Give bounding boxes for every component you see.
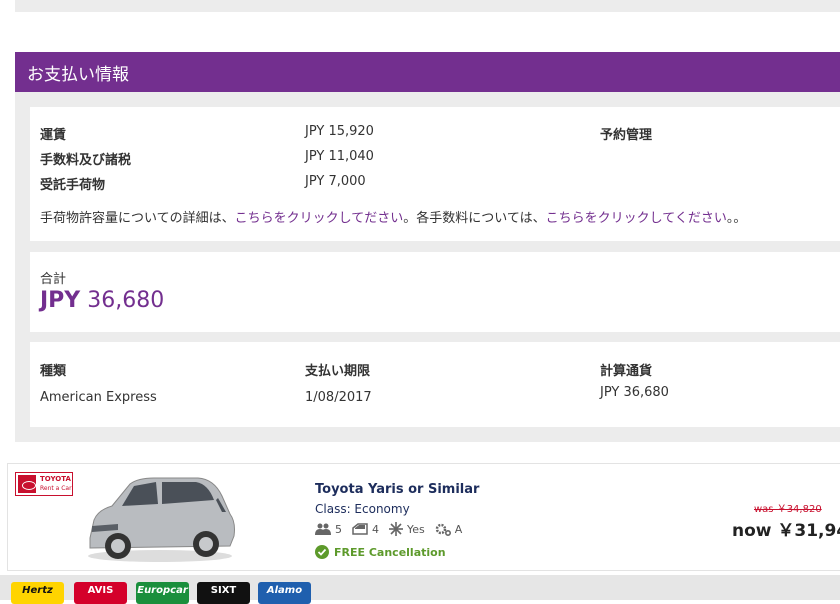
toyota-rent-a-car-logo: TOYOTA Rent a Car (15, 472, 73, 496)
previous-section-bottom (15, 0, 840, 12)
note-suffix: 。。 (726, 211, 747, 226)
free-cancel-text: FREE Cancellation (334, 545, 446, 559)
manage-booking-link[interactable]: 予約管理 (600, 124, 652, 143)
fees-link[interactable]: こちらをクリックしてください (546, 211, 727, 226)
currency-value: JPY 36,680 (600, 385, 669, 400)
baggage-allowance-link[interactable]: こちらをクリックしてださい (235, 211, 404, 226)
vendor-sixt-logo[interactable]: SIXT (197, 582, 250, 604)
type-value: American Express (40, 390, 157, 405)
total-currency: JPY (40, 288, 81, 313)
ac-value: Yes (407, 522, 425, 536)
fare-value: JPY 15,920 (305, 124, 374, 139)
total-card: 合計 JPY 36,680 (30, 252, 840, 332)
transmission-value: A (454, 522, 463, 536)
fare-breakdown-card: 運賃 JPY 15,920 予約管理 手数料及び諸税 JPY 11,040 受託… (30, 107, 840, 241)
top-strip (0, 0, 840, 30)
fare-label: 運賃 (40, 128, 67, 143)
seats-value: 5 (335, 522, 342, 536)
currency-label: 計算通貨 (600, 364, 653, 379)
vendor-alamo-logo[interactable]: Alamo (258, 582, 311, 604)
transmission-gear-icon (435, 523, 451, 536)
car-features: 5 4 Yes A (315, 522, 462, 536)
brand-line1: TOYOTA (40, 475, 71, 483)
total-label: 合計 (40, 272, 67, 287)
baggage-label: 受託手荷物 (40, 178, 106, 193)
deadline-label: 支払い期限 (305, 364, 371, 379)
vendor-hertz-logo[interactable]: Hertz (11, 582, 64, 604)
baggage-value: JPY 7,000 (305, 174, 366, 189)
total-value: JPY 36,680 (40, 288, 164, 313)
toyota-emblem-icon (18, 475, 36, 493)
brand-line2: Rent a Car (40, 485, 72, 492)
check-circle-icon (315, 545, 329, 559)
rental-vendors-bar: Hertz AVIS Europcar SIXT Alamo (0, 575, 840, 604)
passengers-icon (315, 523, 331, 535)
now-price: now ￥31,947 (732, 521, 840, 541)
fee-label: 手数料及び諸税 (40, 153, 132, 168)
car-rental-offer[interactable]: TOYOTA Rent a Car Toyota Yaris or Simila… (7, 463, 840, 571)
vendor-europcar-logo[interactable]: Europcar (136, 582, 189, 604)
air-conditioning-icon (389, 522, 403, 536)
total-amount: 36,680 (87, 288, 165, 313)
vendor-avis-logo[interactable]: AVIS (74, 582, 127, 604)
car-class: Class: Economy (315, 502, 410, 516)
car-title[interactable]: Toyota Yaris or Similar (315, 482, 479, 497)
car-image (88, 477, 235, 562)
deadline-value: 1/08/2017 (305, 390, 372, 405)
payment-header: お支払い情報 (15, 52, 840, 92)
doors-value: 4 (372, 522, 379, 536)
was-price: was ￥34,820 (754, 504, 822, 515)
doors-icon (352, 523, 368, 535)
note-prefix: 手荷物許容量についての詳細は、 (40, 211, 235, 226)
type-label: 種類 (40, 364, 67, 379)
free-cancellation: FREE Cancellation (315, 545, 446, 559)
note-middle: 。各手数料については、 (403, 211, 546, 226)
payment-section: お支払い情報 運賃 JPY 15,920 予約管理 手数料及び諸税 JPY 11… (15, 52, 840, 442)
payment-method-card: 種類 American Express 支払い期限 1/08/2017 計算通貨… (30, 342, 840, 427)
baggage-note: 手荷物許容量についての詳細は、こちらをクリックしてださい。各手数料については、こ… (40, 207, 746, 226)
fee-value: JPY 11,040 (305, 149, 374, 164)
